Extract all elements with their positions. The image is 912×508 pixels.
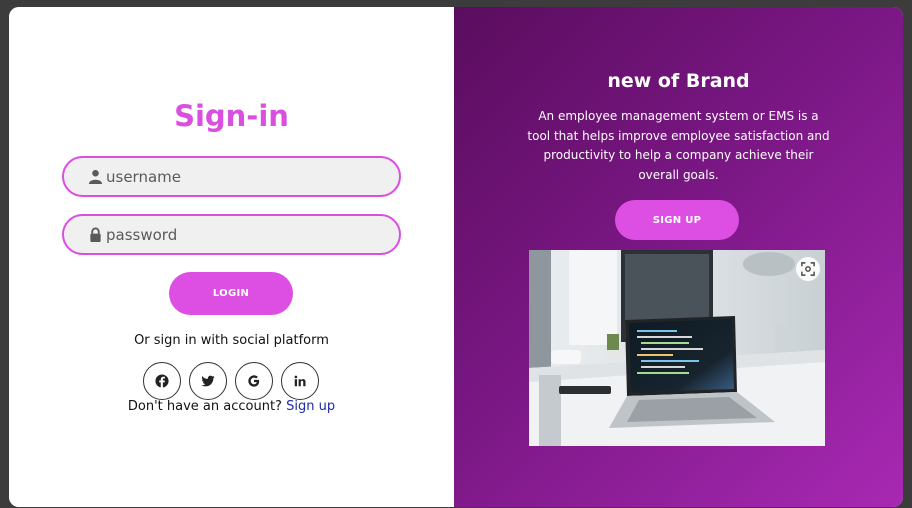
username-field[interactable] [62,156,401,197]
social-buttons [143,362,319,400]
signup-link[interactable]: Sign up [286,399,335,414]
facebook-button[interactable] [143,362,181,400]
twitter-icon [201,375,215,387]
visual-search-button[interactable] [796,257,820,281]
brand-panel: new of Brand An employee management syst… [454,7,903,507]
signin-title: Sign-in [174,99,289,133]
google-button[interactable] [235,362,273,400]
linkedin-button[interactable] [281,362,319,400]
login-button[interactable]: LOGIN [169,272,293,315]
brand-description: An employee management system or EMS is … [527,109,830,182]
social-text: Or sign in with social platform [134,333,329,348]
laptop-illustration [529,250,825,446]
google-icon [248,375,260,387]
auth-card: Sign-in LOGIN Or sign in with social pla… [9,7,903,507]
facebook-icon [155,374,169,388]
user-icon [88,169,103,184]
no-account-text: Don't have an account? [127,399,282,414]
password-input[interactable] [106,225,376,244]
password-field[interactable] [62,214,401,255]
lock-icon [90,227,101,242]
signup-row: Don't have an account? Sign up [9,399,454,414]
signin-panel: Sign-in LOGIN Or sign in with social pla… [9,7,454,507]
twitter-button[interactable] [189,362,227,400]
workspace-photo [529,250,825,446]
brand-title: new of Brand [607,70,750,92]
scan-icon [801,262,815,276]
linkedin-icon [294,375,306,387]
signup-button[interactable]: SIGN UP [615,200,739,240]
username-input[interactable] [106,167,376,186]
